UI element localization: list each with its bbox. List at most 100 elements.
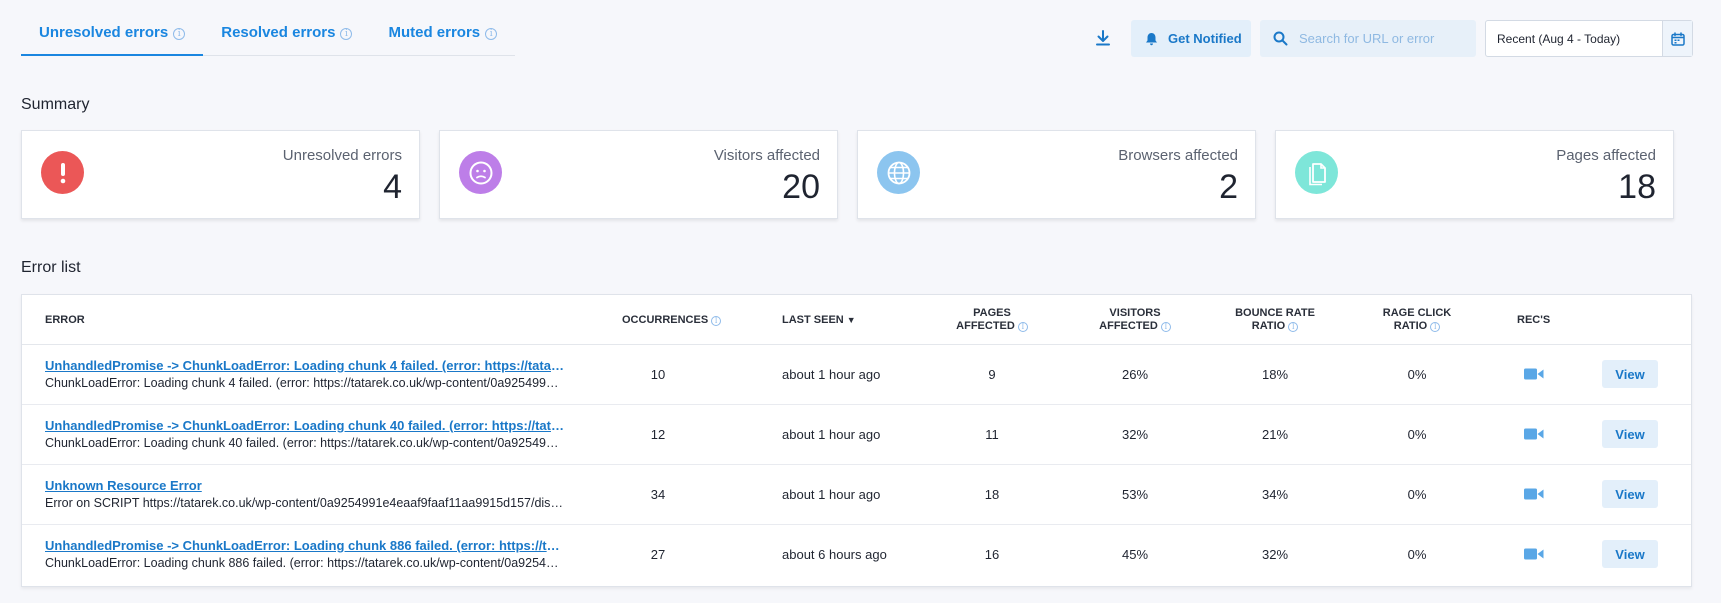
pages-affected-value: 9 (988, 367, 996, 382)
video-camera-icon[interactable] (1524, 427, 1544, 441)
summary-title: Summary (21, 96, 90, 113)
calendar-icon[interactable] (1662, 21, 1692, 56)
error-cell: UnhandledPromise -> ChunkLoadError: Load… (45, 418, 565, 450)
view-button[interactable]: View (1602, 360, 1658, 388)
col-label: RATIO (1393, 320, 1428, 332)
pages-affected-value: 18 (984, 487, 1000, 502)
summary-cards: Unresolved errors 4 Visitors affected 20… (21, 130, 1674, 219)
video-camera-icon[interactable] (1524, 487, 1544, 501)
info-icon[interactable]: i (173, 28, 186, 40)
card-label: Unresolved errors (282, 147, 402, 164)
error-message: Error on SCRIPT https://tatarek.co.uk/wp… (45, 496, 565, 510)
tab-label: Resolved errors (221, 24, 336, 41)
bounce-rate-value: 34% (1261, 487, 1289, 502)
table-row: UnhandledPromise -> ChunkLoadError: Load… (22, 345, 1691, 405)
tab-label: Muted errors (388, 24, 481, 41)
error-title-link[interactable]: Unknown Resource Error (45, 478, 565, 493)
pages-affected-value: 11 (985, 427, 999, 442)
get-notified-label: Get Notified (1168, 31, 1242, 46)
rage-click-value: 0% (1407, 487, 1427, 502)
last-seen-value: about 1 hour ago (782, 367, 881, 382)
alert-icon (41, 151, 84, 194)
col-label: RAGE CLICK (1382, 307, 1452, 319)
view-button[interactable]: View (1602, 420, 1658, 448)
col-label: ERROR (45, 314, 85, 326)
card-value: 18 (1618, 168, 1656, 206)
card-value: 4 (383, 168, 402, 206)
visitors-affected-value: 32% (1121, 427, 1149, 442)
card-label: Browsers affected (1118, 147, 1238, 164)
card-value: 2 (1219, 168, 1238, 206)
card-visitors-affected: Visitors affected 20 (439, 130, 838, 219)
card-pages-affected: Pages affected 18 (1275, 130, 1674, 219)
col-recs: REC'S (1517, 314, 1550, 327)
rage-click-value: 0% (1407, 547, 1427, 562)
col-occurrences: OCCURRENCES i (622, 314, 722, 327)
col-label: RATIO (1251, 320, 1286, 332)
rage-click-value: 0% (1407, 427, 1427, 442)
occurrences-value: 34 (650, 487, 666, 502)
error-list-title: Error list (21, 259, 81, 276)
col-error: ERROR (45, 314, 85, 327)
error-title-link[interactable]: UnhandledPromise -> ChunkLoadError: Load… (45, 358, 565, 373)
bounce-rate-value: 18% (1261, 367, 1289, 382)
info-icon[interactable]: i (485, 28, 498, 40)
error-title-link[interactable]: UnhandledPromise -> ChunkLoadError: Load… (45, 418, 565, 433)
sad-face-icon (459, 151, 502, 194)
col-last-seen[interactable]: LAST SEEN ▼ (782, 314, 856, 327)
table-row: Unknown Resource Error Error on SCRIPT h… (22, 465, 1691, 525)
tab-unresolved-errors[interactable]: Unresolved errors i (21, 18, 204, 56)
error-cell: UnhandledPromise -> ChunkLoadError: Load… (45, 358, 565, 390)
error-title-link[interactable]: UnhandledPromise -> ChunkLoadError: Load… (45, 538, 565, 553)
error-message: ChunkLoadError: Loading chunk 40 failed.… (45, 436, 565, 450)
view-button[interactable]: View (1602, 480, 1658, 508)
video-camera-icon[interactable] (1524, 367, 1544, 381)
last-seen-value: about 1 hour ago (782, 487, 881, 502)
tab-muted-errors[interactable]: Muted errors i (370, 18, 515, 56)
info-icon[interactable]: i (1160, 322, 1171, 332)
col-label: OCCURRENCES (622, 314, 709, 326)
bell-icon (1146, 32, 1157, 45)
info-icon[interactable]: i (711, 316, 722, 326)
col-label: AFFECTED (956, 320, 1015, 332)
col-label: LAST SEEN (782, 314, 844, 326)
document-icon (1295, 151, 1338, 194)
card-browsers-affected: Browsers affected 2 (857, 130, 1256, 219)
last-seen-value: about 6 hours ago (782, 547, 887, 562)
tab-resolved-errors[interactable]: Resolved errors i (203, 18, 370, 56)
col-label: REC'S (1517, 314, 1551, 326)
visitors-affected-value: 45% (1121, 547, 1149, 562)
last-seen-value: about 1 hour ago (782, 427, 881, 442)
col-label: AFFECTED (1099, 320, 1158, 332)
error-message: ChunkLoadError: Loading chunk 886 failed… (45, 556, 565, 570)
date-range-label: Recent (Aug 4 - Today) (1497, 31, 1621, 46)
view-button[interactable]: View (1602, 540, 1658, 568)
visitors-affected-value: 53% (1121, 487, 1149, 502)
info-icon[interactable]: i (1288, 322, 1299, 332)
table-header: ERROR OCCURRENCES i LAST SEEN ▼ PAGES AFFE… (22, 295, 1691, 345)
bounce-rate-value: 21% (1261, 427, 1289, 442)
col-label: PAGES (973, 307, 1011, 319)
video-camera-icon[interactable] (1524, 547, 1544, 561)
sort-desc-icon[interactable]: ▼ (847, 315, 856, 325)
col-rage-click-ratio: RAGE CLICK RATIO i (1362, 307, 1472, 333)
error-message: ChunkLoadError: Loading chunk 4 failed. … (45, 376, 565, 390)
col-visitors-affected: VISITORS AFFECTED i (1080, 307, 1190, 333)
bounce-rate-value: 32% (1261, 547, 1289, 562)
download-icon[interactable] (1093, 28, 1113, 48)
info-icon[interactable]: i (1430, 322, 1441, 332)
col-pages-affected: PAGES AFFECTED i (942, 307, 1042, 333)
info-icon[interactable]: i (340, 28, 353, 40)
pages-affected-value: 16 (984, 547, 1000, 562)
card-label: Visitors affected (713, 147, 820, 164)
error-cell: UnhandledPromise -> ChunkLoadError: Load… (45, 538, 565, 570)
search-input[interactable] (1299, 31, 1469, 46)
get-notified-button[interactable]: Get Notified (1131, 20, 1251, 57)
date-range-picker[interactable]: Recent (Aug 4 - Today) (1485, 20, 1693, 57)
card-unresolved-errors: Unresolved errors 4 (21, 130, 420, 219)
col-label: VISITORS (1109, 307, 1161, 319)
error-cell: Unknown Resource Error Error on SCRIPT h… (45, 478, 565, 510)
col-label: BOUNCE RATE (1235, 307, 1315, 319)
occurrences-value: 10 (650, 367, 666, 382)
info-icon[interactable]: i (1017, 322, 1028, 332)
